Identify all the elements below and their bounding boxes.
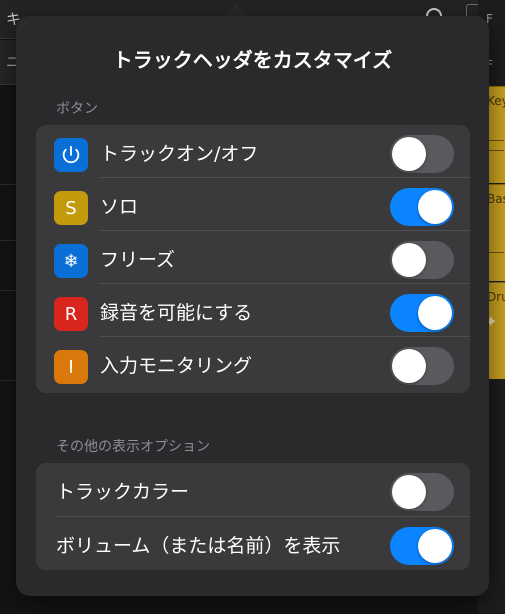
toggle-knob (392, 475, 426, 509)
record-icon: R (54, 297, 88, 331)
row-label: 録音を可能にする (100, 302, 253, 324)
toggle-knob (418, 296, 452, 330)
solo-toggle[interactable] (390, 188, 454, 226)
toggle-knob (392, 137, 426, 171)
section-header-other-options: その他の表示オプション (56, 439, 210, 455)
input-monitoring-toggle[interactable] (390, 347, 454, 385)
toggle-knob (418, 529, 452, 563)
section-header-buttons: ボタン (56, 101, 98, 117)
background-track-label: Key (487, 94, 505, 108)
snowflake-icon: ❄ (54, 244, 88, 278)
buttons-group: トラックオン/オフ S ソロ ❄ フリーズ R 録音を可能にする I 入力モニタ… (36, 125, 470, 393)
toggle-knob (418, 190, 452, 224)
row-solo: S ソロ (36, 178, 470, 231)
row-label: トラックオン/オフ (100, 143, 259, 165)
row-track-on-off: トラックオン/オフ (36, 125, 470, 178)
input-monitor-icon: I (54, 350, 88, 384)
row-show-volume-or-name: ボリューム（または名前）を表示 (36, 517, 470, 570)
row-input-monitoring: I 入力モニタリング (36, 337, 470, 390)
row-label: ソロ (100, 196, 139, 218)
popover-title: トラックヘッダをカスタマイズ (112, 48, 393, 72)
other-options-group: トラックカラー ボリューム（または名前）を表示 (36, 463, 470, 570)
toggle-knob (392, 349, 426, 383)
show-volume-or-name-toggle[interactable] (390, 527, 454, 565)
power-icon (54, 138, 88, 172)
record-enable-toggle[interactable] (390, 294, 454, 332)
row-freeze: ❄ フリーズ (36, 231, 470, 284)
customize-track-header-popover: トラックヘッダをカスタマイズ ボタン トラックオン/オフ S ソロ ❄ フリーズ (16, 16, 489, 596)
row-track-color: トラックカラー (36, 463, 470, 517)
freeze-toggle[interactable] (390, 241, 454, 279)
solo-icon: S (54, 191, 88, 225)
toggle-knob (392, 243, 426, 277)
row-record-enable: R 録音を可能にする (36, 284, 470, 337)
row-label: 入力モニタリング (100, 355, 253, 377)
background-track-label: Bas (487, 192, 505, 206)
row-label: フリーズ (100, 249, 176, 271)
track-color-toggle[interactable] (390, 473, 454, 511)
background-track-label: Dru (487, 290, 505, 304)
track-on-off-toggle[interactable] (390, 135, 454, 173)
row-label: トラックカラー (56, 481, 190, 503)
row-label: ボリューム（または名前）を表示 (56, 535, 341, 557)
